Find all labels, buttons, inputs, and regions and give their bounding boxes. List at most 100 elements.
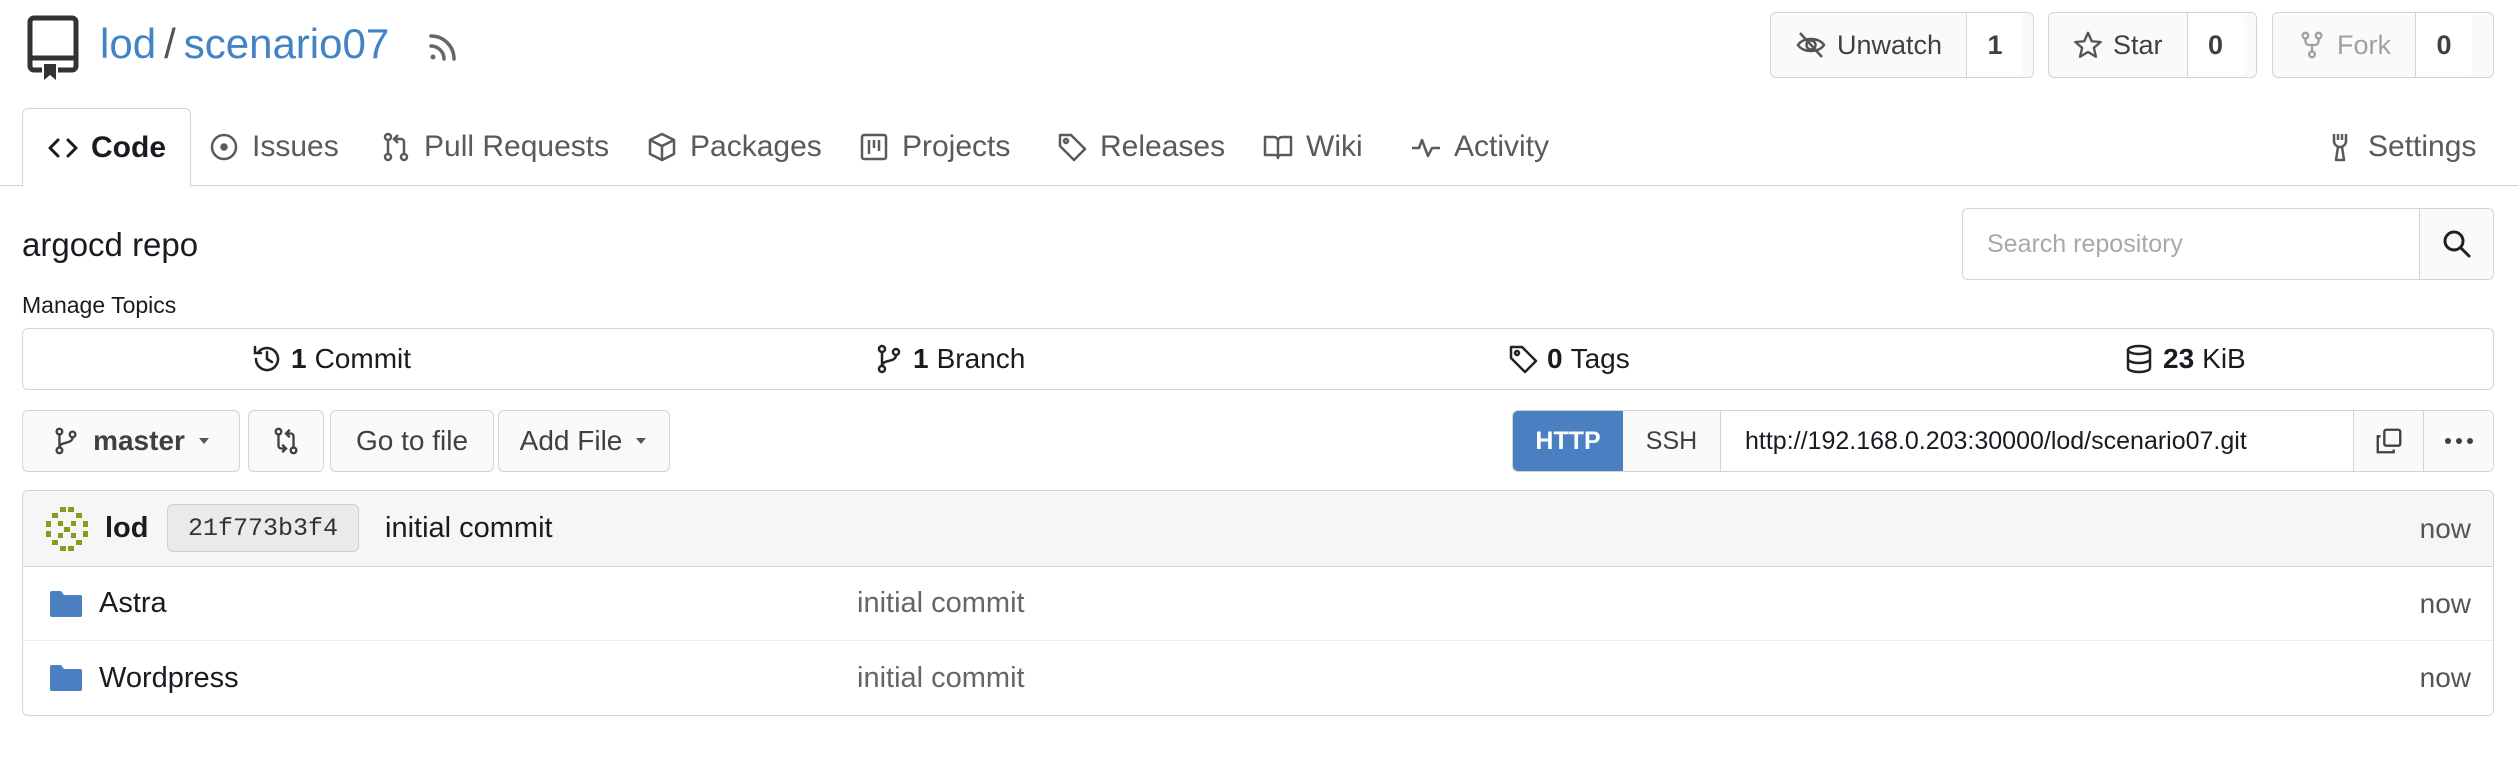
- folder-icon: [50, 590, 82, 617]
- star-button[interactable]: Star 0: [2048, 12, 2257, 78]
- tab-settings[interactable]: Settings: [2324, 108, 2476, 186]
- commits-stat[interactable]: 1 Commit: [251, 329, 411, 389]
- book-icon: [1263, 135, 1293, 160]
- tab-packages[interactable]: Packages: [646, 108, 822, 186]
- repo-owner-link[interactable]: lod: [100, 20, 156, 68]
- repo-icon: [26, 14, 80, 82]
- branch-icon: [55, 427, 77, 455]
- repo-search: [1962, 208, 2494, 280]
- eye-slash-icon: [1796, 32, 1826, 58]
- folder-icon: [50, 665, 82, 691]
- file-name[interactable]: Wordpress: [99, 662, 239, 695]
- tab-label: Code: [91, 130, 166, 164]
- tab-code[interactable]: Code: [22, 108, 191, 188]
- tab-label: Wiki: [1306, 130, 1363, 163]
- copy-icon: [2376, 428, 2401, 454]
- tab-issues[interactable]: Issues: [208, 108, 339, 186]
- caret-down-icon: [198, 438, 209, 444]
- file-commit-time: now: [2419, 662, 2471, 693]
- clone-panel: HTTP SSH http://192.168.0.203:30000/lod/…: [1512, 410, 2494, 472]
- tag-icon: [1509, 345, 1538, 374]
- forks-count[interactable]: 0: [2416, 13, 2472, 77]
- file-commit-time: now: [2419, 587, 2471, 619]
- package-icon: [648, 132, 676, 162]
- add-file-button[interactable]: Add File: [498, 410, 670, 472]
- repo-title: lod / scenario07: [100, 20, 389, 68]
- tab-label: Issues: [252, 130, 339, 163]
- stars-count[interactable]: 0: [2187, 13, 2244, 77]
- repo-tabs: Code Issues Pull Requests Packages Proje…: [0, 108, 2518, 188]
- unwatch-button[interactable]: Unwatch 1: [1770, 12, 2034, 78]
- compare-button[interactable]: [248, 410, 324, 472]
- file-name[interactable]: Astra: [99, 587, 167, 620]
- clone-url-field[interactable]: http://192.168.0.203:30000/lod/scenario0…: [1721, 411, 2353, 471]
- project-icon: [860, 133, 888, 161]
- file-row-wordpress[interactable]: Wordpress initial commit now: [23, 641, 2493, 715]
- file-commit-message[interactable]: initial commit: [857, 662, 1025, 695]
- manage-topics-link[interactable]: Manage Topics: [22, 292, 176, 319]
- tab-wiki[interactable]: Wiki: [1262, 108, 1363, 186]
- fork-label: Fork: [2337, 29, 2391, 60]
- tags-stat[interactable]: 0 Tags: [1507, 329, 1630, 389]
- search-icon: [2443, 230, 2470, 258]
- branches-label: Branch: [936, 343, 1026, 374]
- tab-pull-requests[interactable]: Pull Requests: [380, 108, 609, 186]
- tab-label: Activity: [1454, 130, 1550, 163]
- more-options-button[interactable]: [2423, 411, 2493, 471]
- commit-author[interactable]: lod: [105, 512, 149, 545]
- unwatch-label: Unwatch: [1837, 29, 1943, 60]
- history-icon: [253, 345, 280, 372]
- commit-time: now: [2419, 512, 2471, 544]
- file-commit-message[interactable]: initial commit: [857, 587, 1025, 620]
- repo-name-link[interactable]: scenario07: [184, 20, 389, 68]
- repo-title-separator: /: [164, 20, 176, 67]
- file-table: lod 21f773b3f4 initial commit now Astra …: [22, 490, 2494, 716]
- star-label: Star: [2113, 29, 2163, 60]
- search-input[interactable]: [1963, 209, 2419, 279]
- tools-icon: [2332, 134, 2348, 162]
- repo-stats: 1 Commit 1 Branch 0 Tags 23 KiB: [22, 328, 2494, 390]
- tab-activity[interactable]: Activity: [1410, 108, 1549, 186]
- tab-label: Settings: [2368, 130, 2477, 163]
- commits-count: 1: [291, 343, 307, 374]
- go-to-file-button[interactable]: Go to file: [330, 410, 494, 472]
- search-button[interactable]: [2419, 209, 2493, 279]
- file-row-astra[interactable]: Astra initial commit now: [23, 567, 2493, 641]
- size-count: 23: [2163, 343, 2195, 374]
- branch-selector[interactable]: master: [22, 410, 240, 472]
- tab-label: Releases: [1100, 130, 1226, 163]
- latest-commit-row: lod 21f773b3f4 initial commit now: [23, 491, 2493, 567]
- copy-url-button[interactable]: [2353, 411, 2423, 471]
- http-clone-tab[interactable]: HTTP: [1513, 411, 1623, 471]
- add-file-label: Add File: [519, 425, 623, 456]
- database-icon: [2126, 344, 2152, 374]
- repo-description: argocd repo: [22, 226, 199, 263]
- commit-sha[interactable]: 21f773b3f4: [167, 504, 360, 552]
- rss-icon[interactable]: [424, 30, 460, 66]
- ssh-clone-tab[interactable]: SSH: [1623, 411, 1721, 471]
- caret-down-icon: [636, 438, 647, 444]
- tab-label: Pull Requests: [424, 130, 610, 163]
- avatar[interactable]: [43, 505, 91, 553]
- current-branch: master: [93, 425, 185, 456]
- branches-stat[interactable]: 1 Branch: [873, 329, 1025, 389]
- fork-button[interactable]: Fork 0: [2272, 12, 2494, 78]
- tag-icon: [1058, 133, 1087, 162]
- issue-icon: [210, 133, 238, 161]
- star-icon: [2074, 31, 2102, 58]
- compare-icon: [274, 427, 298, 455]
- kebab-icon: [2444, 438, 2473, 444]
- commits-label: Commit: [314, 343, 412, 374]
- commit-message[interactable]: initial commit: [385, 512, 553, 545]
- branches-count: 1: [913, 343, 929, 374]
- tab-releases[interactable]: Releases: [1056, 108, 1225, 186]
- tab-projects[interactable]: Projects: [858, 108, 1010, 186]
- size-unit: KiB: [2202, 343, 2246, 374]
- tab-label: Packages: [690, 130, 822, 163]
- tags-label: Tags: [1570, 343, 1630, 374]
- tags-count: 0: [1547, 343, 1563, 374]
- watchers-count[interactable]: 1: [1967, 13, 2024, 77]
- pull-request-icon: [383, 132, 409, 162]
- size-stat: 23 KiB: [2123, 329, 2246, 389]
- branch-icon: [877, 344, 901, 374]
